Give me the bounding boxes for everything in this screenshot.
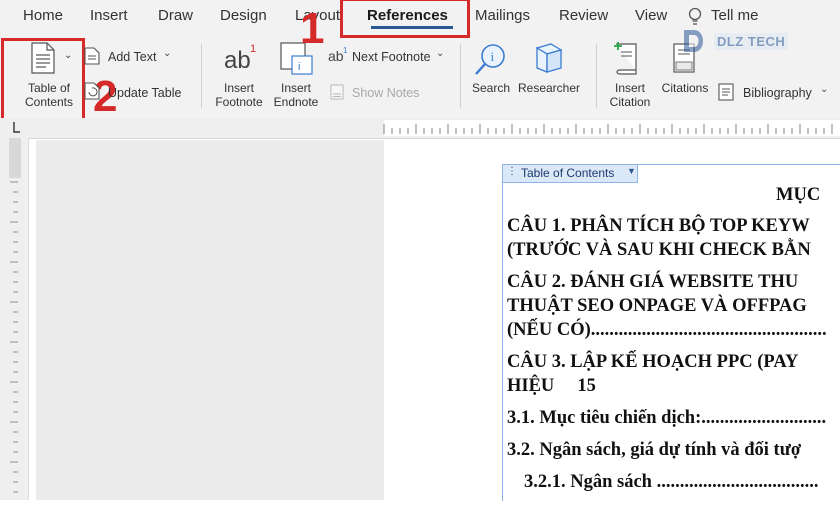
update-table-button[interactable]: Update Table — [108, 86, 181, 100]
insert-footnote-label-2: Footnote — [215, 95, 263, 109]
bibliography-icon — [718, 83, 734, 101]
insert-endnote-label-1: Insert — [280, 81, 311, 95]
toc-entry[interactable]: 3.2.1. Ngân sách .......................… — [524, 472, 818, 493]
vertical-ruler-ticks — [9, 138, 21, 493]
toc-entry[interactable]: 3.1. Mục tiêu chiến dịch:...............… — [507, 408, 826, 429]
show-notes-button[interactable]: Show Notes — [352, 86, 419, 100]
researcher-icon — [535, 43, 563, 73]
insert-endnote-label-2: Endnote — [273, 95, 319, 109]
insert-footnote-label-1: Insert — [223, 81, 254, 95]
tab-review[interactable]: Review — [559, 7, 608, 24]
add-text-chevron-icon: ⌄ — [163, 48, 172, 59]
tab-draw[interactable]: Draw — [158, 7, 193, 24]
toc-entry[interactable]: CÂU 2. ĐÁNH GIÁ WEBSITE THU — [507, 272, 798, 293]
toc-entry[interactable]: (TRƯỚC VÀ SAU KHI CHECK BẰN — [507, 240, 811, 261]
next-footnote-button[interactable]: Next Footnote — [352, 50, 431, 64]
svg-text:ab: ab — [328, 48, 344, 64]
watermark-text: DLZ TECH — [714, 33, 789, 50]
insert-citation-label-2: Citation — [609, 95, 651, 109]
tab-view[interactable]: View — [635, 7, 667, 24]
dlz-logo-icon — [684, 30, 703, 52]
citations-button[interactable]: Citations — [658, 81, 712, 95]
tab-design[interactable]: Design — [220, 7, 267, 24]
dlz-tech-watermark: DLZ TECH — [680, 26, 798, 56]
insert-endnote-button[interactable]: Insert Endnote — [266, 81, 326, 109]
highlight-box-references — [340, 0, 470, 38]
insert-citation-button[interactable]: Insert Citation — [602, 81, 658, 109]
svg-text:i: i — [491, 49, 495, 64]
toc-entry[interactable]: 3.2. Ngân sách, giá dự tính và đối tượ — [507, 440, 801, 461]
researcher-button[interactable]: Researcher — [516, 81, 582, 95]
search-icon: i — [475, 44, 505, 75]
toc-entry[interactable]: HIỆU 15 — [507, 376, 596, 397]
tab-home[interactable]: Home — [23, 7, 63, 24]
search-button[interactable]: Search — [468, 81, 514, 95]
bibliography-chevron-icon: ⌄ — [820, 84, 829, 95]
add-text-icon — [84, 47, 100, 65]
drag-handle-icon[interactable]: ⋮ — [507, 166, 517, 177]
insert-citation-icon — [614, 42, 637, 75]
ribbon-separator — [596, 44, 597, 108]
insert-footnote-button[interactable]: Insert Footnote — [208, 81, 270, 109]
toc-heading: MỤC — [776, 185, 821, 205]
tab-insert[interactable]: Insert — [90, 7, 128, 24]
horizontal-ruler[interactable] — [0, 118, 840, 139]
vertical-ruler[interactable] — [0, 138, 29, 500]
next-footnote-chevron-icon: ⌄ — [436, 48, 445, 59]
ribbon-separator — [201, 44, 202, 108]
next-footnote-icon: ab 1 — [328, 46, 348, 64]
toc-entry[interactable]: THUẬT SEO ONPAGE VÀ OFFPAG — [507, 296, 807, 317]
lightbulb-icon — [688, 7, 702, 25]
show-notes-icon — [330, 84, 344, 100]
ribbon-separator — [460, 44, 461, 108]
toc-entry[interactable]: CÂU 3. LẬP KẾ HOẠCH PPC (PAY — [507, 352, 798, 373]
svg-text:ab: ab — [224, 47, 251, 74]
insert-citation-label-1: Insert — [614, 81, 645, 95]
svg-text:1: 1 — [250, 43, 256, 55]
toc-entry[interactable]: CÂU 1. PHÂN TÍCH BỘ TOP KEYW — [507, 216, 810, 237]
highlight-box-toc — [1, 38, 85, 121]
toc-handle-label: Table of Contents — [521, 166, 615, 180]
tab-mailings[interactable]: Mailings — [475, 7, 530, 24]
ruler-ticks — [13, 120, 840, 136]
step-1-annotation: 1 — [300, 4, 325, 53]
insert-footnote-icon: ab 1 — [224, 43, 256, 74]
bibliography-button[interactable]: Bibliography — [743, 86, 812, 100]
toc-dropdown-icon[interactable]: ▼ — [627, 166, 636, 176]
tell-me-search[interactable]: Tell me — [711, 7, 759, 24]
add-text-button[interactable]: Add Text — [108, 50, 156, 64]
svg-text:i: i — [298, 61, 300, 73]
toc-control-handle[interactable]: ⋮ Table of Contents ▼ — [502, 164, 638, 183]
previous-page-area — [36, 140, 384, 500]
update-table-icon — [84, 82, 100, 100]
toc-entry[interactable]: (NẾU CÓ)................................… — [507, 320, 827, 341]
svg-text:1: 1 — [343, 46, 348, 55]
